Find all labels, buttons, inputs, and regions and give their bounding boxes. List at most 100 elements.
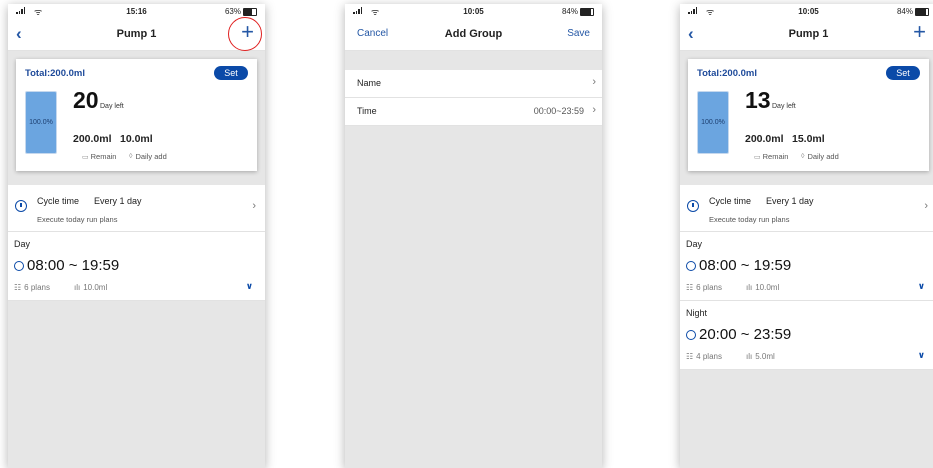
page-title: Pump 1 xyxy=(116,28,157,40)
daily-add-value: 15.0ml xyxy=(792,133,825,145)
clock-icon xyxy=(686,261,696,271)
daily-add-label: Daily add xyxy=(807,152,839,161)
wifi-icon: ᯤ xyxy=(371,7,380,17)
timer-icon xyxy=(15,200,27,212)
total-volume: Total:200.0ml xyxy=(697,68,758,79)
cycle-time-row[interactable]: Cycle time Every 1 day Execute today run… xyxy=(8,185,265,232)
daily-add-label-group: ◊ Daily add xyxy=(801,152,839,161)
group-amount-value: 10.0ml xyxy=(755,283,780,292)
nav-bar: ‹ Pump 1 + xyxy=(8,17,265,51)
chevron-down-icon[interactable]: ∨ xyxy=(918,350,925,361)
battery-percent: 84% xyxy=(561,7,578,16)
group-name: Day xyxy=(686,239,703,249)
status-time: 10:05 xyxy=(463,6,484,16)
remain-label-group: ▭ Remain xyxy=(82,152,116,161)
plus-icon[interactable]: + xyxy=(913,20,926,44)
chevron-down-icon[interactable]: ∨ xyxy=(918,281,925,292)
set-button[interactable]: Set xyxy=(886,66,920,80)
battery-icon xyxy=(243,7,257,16)
status-time: 10:05 xyxy=(798,6,819,16)
cycle-time-title: Cycle time xyxy=(37,196,80,206)
phone-screen-add-group: ᯤ 10:05 84% Cancel Add Group Save Name ›… xyxy=(345,4,602,468)
chevron-right-icon: › xyxy=(924,200,928,212)
wifi-icon: ᯤ xyxy=(34,7,43,17)
group-item-day[interactable]: Day 08:00 ~ 19:59 ☷ 6 plans ılı 10.0ml ∨ xyxy=(8,232,265,301)
group-item-day[interactable]: Day 08:00 ~ 19:59 ☷ 6 plans ılı 10.0ml ∨ xyxy=(680,232,933,301)
chevron-left-icon[interactable]: ‹ xyxy=(16,25,22,42)
days-left-value: 20 xyxy=(73,87,99,113)
phone-screen-pump-detail: ᯤ 15:16 63% ‹ Pump 1 + Total:200.0ml Set… xyxy=(8,4,265,468)
total-volume: Total:200.0ml xyxy=(25,68,86,79)
group-amount-value: 10.0ml xyxy=(83,283,108,292)
group-time-range: 08:00 ~ 19:59 xyxy=(27,257,120,274)
group-time-range: 20:00 ~ 23:59 xyxy=(699,326,792,343)
days-left-value: 13 xyxy=(745,87,771,113)
nav-bar: ‹ Pump 1 + xyxy=(680,18,933,51)
cancel-button[interactable]: Cancel xyxy=(357,28,388,39)
bar-chart-icon: ılı xyxy=(746,352,753,361)
days-left-label: Day left xyxy=(772,103,796,110)
save-button[interactable]: Save xyxy=(567,28,590,39)
battery-indicator: 63% xyxy=(225,7,257,16)
group-item-night[interactable]: Night 20:00 ~ 23:59 ☷ 4 plans ılı 5.0ml … xyxy=(680,301,933,370)
signal-icon xyxy=(688,7,697,14)
status-bar: ᯤ 15:16 63% xyxy=(8,4,265,18)
cycle-time-title: Cycle time xyxy=(709,196,752,206)
daily-add-value: 10.0ml xyxy=(120,133,153,145)
page-title: Add Group xyxy=(444,28,503,40)
page-title: Pump 1 xyxy=(788,28,829,40)
time-row[interactable]: Time 00:00~23:59 › xyxy=(345,98,602,126)
timer-icon xyxy=(687,200,699,212)
tank-level: 100.0% xyxy=(25,91,57,154)
list-icon: ☷ xyxy=(14,283,22,292)
tank-icon: ▭ xyxy=(82,153,89,161)
group-time-range: 08:00 ~ 19:59 xyxy=(699,257,792,274)
time-label: Time xyxy=(357,106,377,116)
cycle-time-row[interactable]: Cycle time Every 1 day Execute today run… xyxy=(680,185,933,232)
plus-icon[interactable]: + xyxy=(241,20,254,44)
chevron-right-icon: › xyxy=(592,104,596,116)
name-label: Name xyxy=(357,78,382,88)
group-name: Night xyxy=(686,308,708,318)
tank-level: 100.0% xyxy=(697,91,729,154)
group-amount: ılı 10.0ml xyxy=(746,283,779,292)
group-plans-count: 6 plans xyxy=(24,283,50,292)
group-amount-value: 5.0ml xyxy=(755,352,775,361)
group-amount: ılı 10.0ml xyxy=(74,283,107,292)
status-bar: ᯤ 10:05 84% xyxy=(345,4,602,18)
bar-chart-icon: ılı xyxy=(746,283,753,292)
daily-add-label-group: ◊ Daily add xyxy=(129,152,167,161)
group-name: Day xyxy=(14,239,31,249)
battery-icon xyxy=(580,7,594,16)
battery-icon xyxy=(915,7,929,16)
remain-label-group: ▭ Remain xyxy=(754,152,788,161)
pump-summary-card: Total:200.0ml Set 100.0% 13 Day left 200… xyxy=(688,59,929,171)
pump-summary-card: Total:200.0ml Set 100.0% 20 Day left 200… xyxy=(16,59,257,171)
chevron-down-icon[interactable]: ∨ xyxy=(246,281,253,292)
tank-icon: ▭ xyxy=(754,153,761,161)
remain-value: 200.0ml xyxy=(745,133,784,145)
remain-value: 200.0ml xyxy=(73,133,112,145)
name-row[interactable]: Name › xyxy=(345,70,602,98)
battery-percent: 84% xyxy=(896,7,913,16)
status-time: 15:16 xyxy=(126,6,147,16)
group-plans-count: 6 plans xyxy=(696,283,722,292)
cycle-time-value: Every 1 day xyxy=(94,196,142,206)
list-icon: ☷ xyxy=(686,283,694,292)
chevron-left-icon[interactable]: ‹ xyxy=(688,25,694,42)
time-value: 00:00~23:59 xyxy=(533,106,584,116)
cycle-time-subtitle: Execute today run plans xyxy=(709,215,790,224)
set-button[interactable]: Set xyxy=(214,66,248,80)
signal-icon xyxy=(16,7,25,14)
group-plans: ☷ 6 plans xyxy=(14,283,50,292)
daily-add-label: Daily add xyxy=(135,152,167,161)
bar-chart-icon: ılı xyxy=(74,283,81,292)
chevron-right-icon: › xyxy=(252,200,256,212)
phone-screen-pump-detail-groups: ᯤ 10:05 84% ‹ Pump 1 + Total:200.0ml Set… xyxy=(680,4,933,468)
status-bar: ᯤ 10:05 84% xyxy=(680,4,933,18)
clock-icon xyxy=(686,330,696,340)
group-plans: ☷ 4 plans xyxy=(686,352,722,361)
wifi-icon: ᯤ xyxy=(706,7,715,17)
list-icon: ☷ xyxy=(686,352,694,361)
